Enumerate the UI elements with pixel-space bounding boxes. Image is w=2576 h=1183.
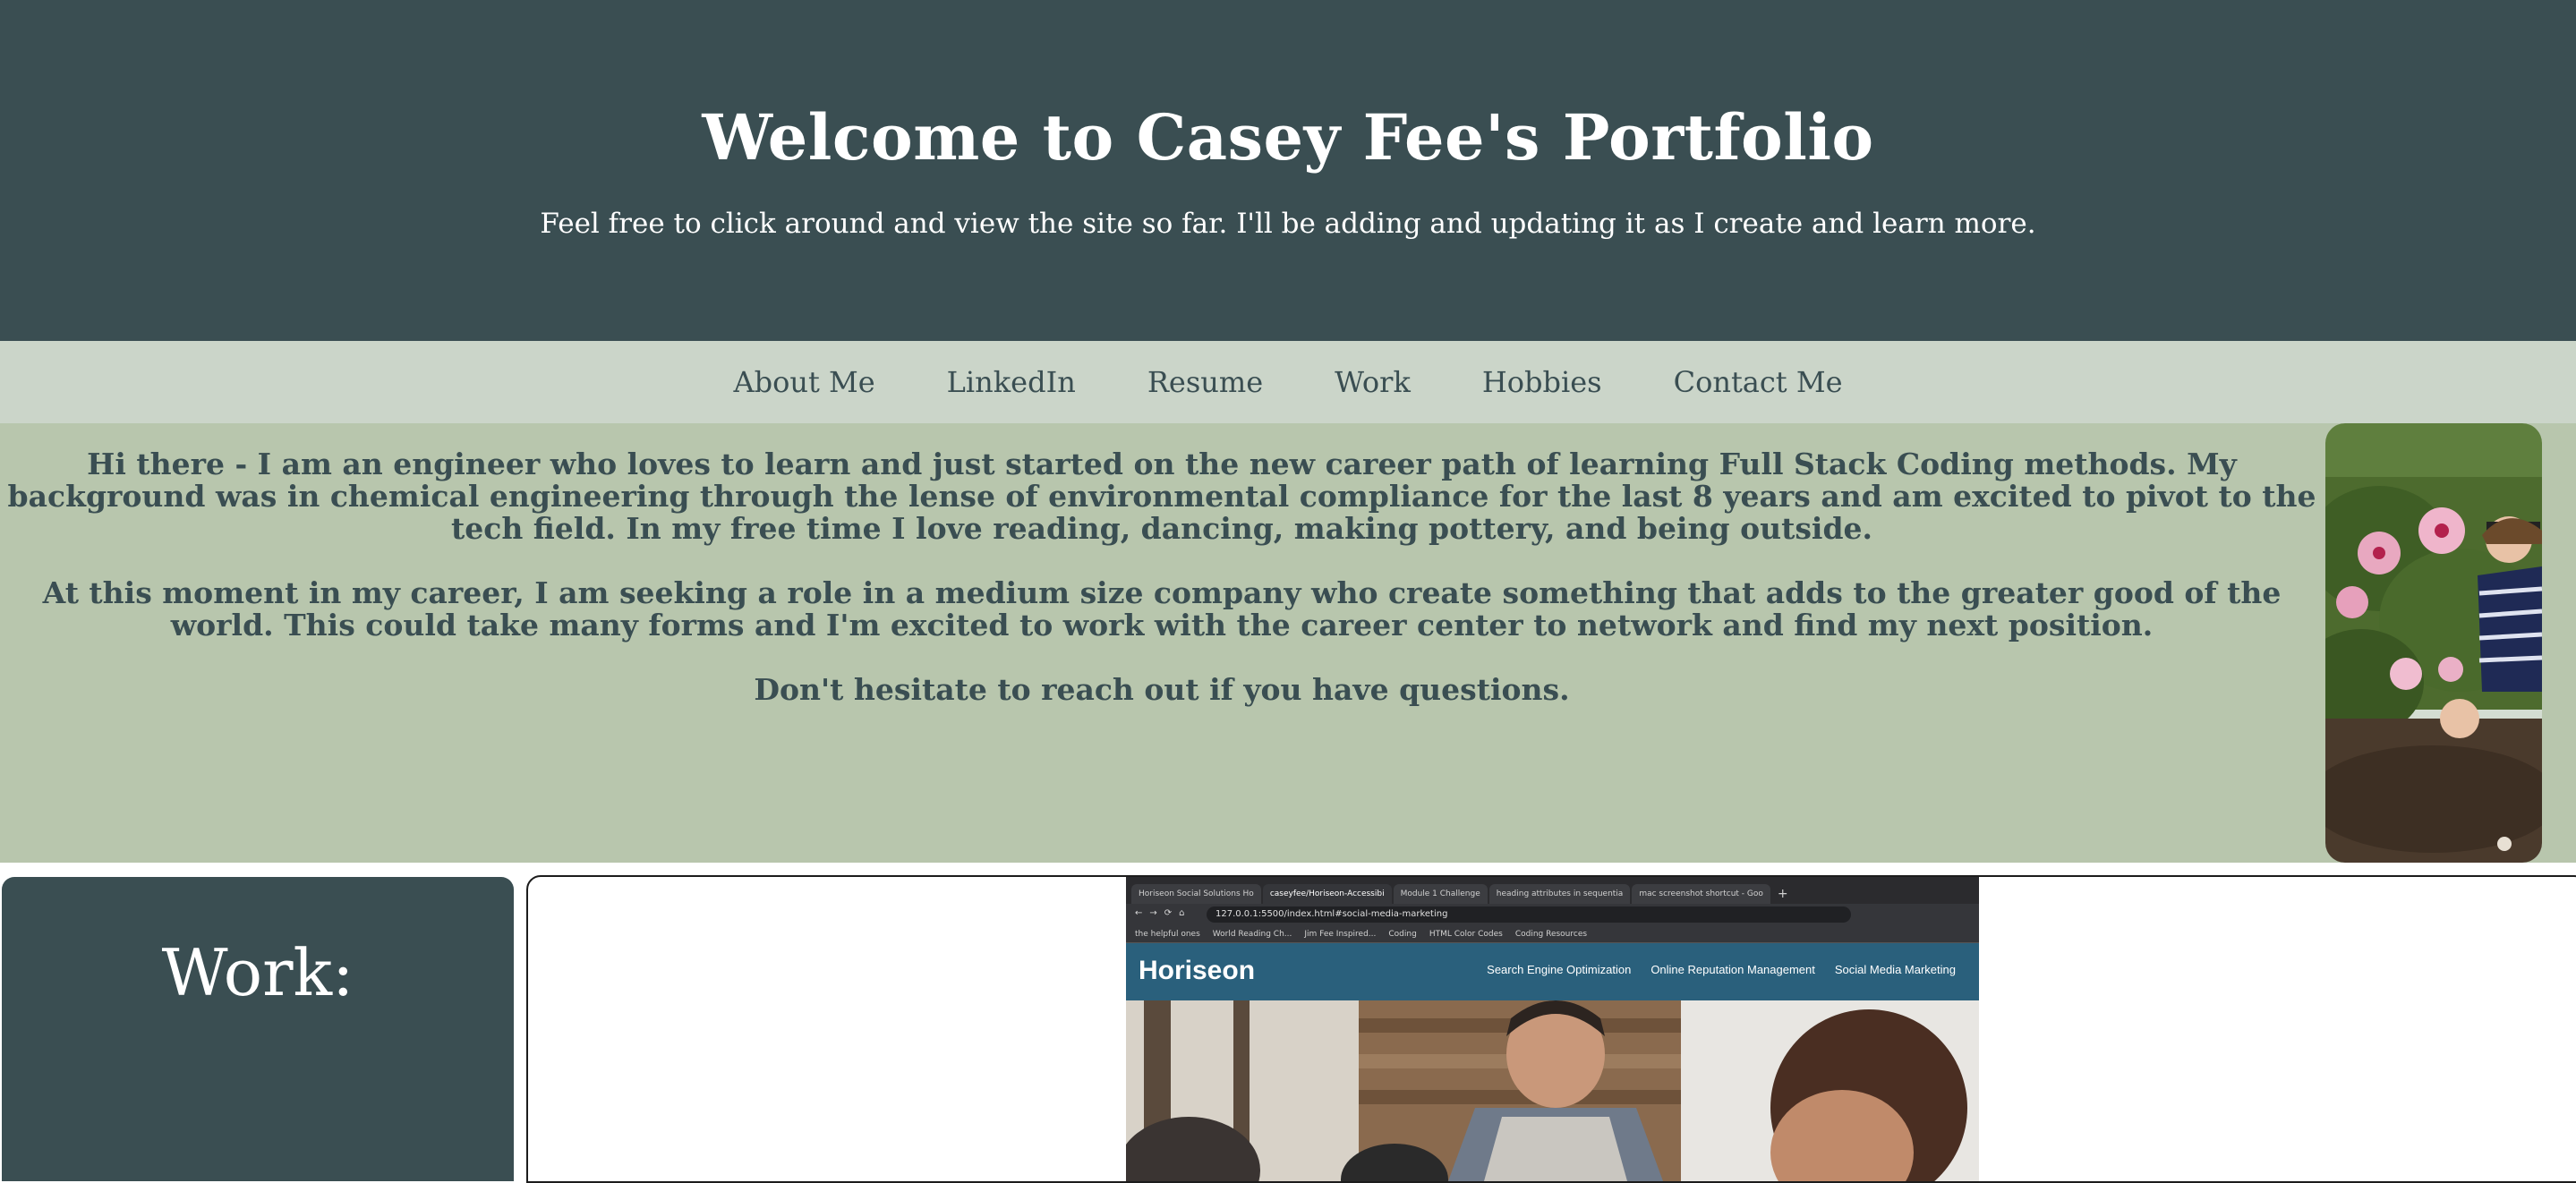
work-sidebar: Work: [2, 877, 514, 1181]
nav-link-linkedin[interactable]: LinkedIn [911, 365, 1112, 399]
browser-tab: Horiseon Social Solutions Ho [1131, 884, 1261, 904]
bookmark: Jim Fee Inspired... [1304, 929, 1377, 939]
about-text: Hi there - I am an engineer who loves to… [0, 448, 2324, 738]
about-paragraph-intro: Hi there - I am an engineer who loves to… [7, 447, 2316, 546]
bookmark: Coding [1388, 929, 1417, 939]
browser-tab: Module 1 Challenge [1393, 884, 1488, 904]
nav-link-about-me[interactable]: About Me [697, 365, 910, 399]
page-subtitle: Feel free to click around and view the s… [540, 208, 2036, 240]
horiseon-header: Horiseon Search Engine Optimization Onli… [1126, 943, 1979, 1000]
bookmark: HTML Color Codes [1429, 929, 1503, 939]
browser-url: 127.0.0.1:5500/index.html#social-media-m… [1207, 906, 1851, 923]
profile-photo [2325, 423, 2542, 863]
horiseon-nav-link: Search Engine Optimization [1487, 963, 1632, 976]
site-header: Welcome to Casey Fee's Portfolio Feel fr… [0, 0, 2576, 341]
browser-tab-strip: Horiseon Social Solutions Ho caseyfee/Ho… [1126, 877, 1979, 904]
page-title: Welcome to Casey Fee's Portfolio [702, 100, 1874, 174]
project-screenshot[interactable]: Horiseon Social Solutions Ho caseyfee/Ho… [1126, 877, 1979, 1181]
work-heading: Work: [161, 935, 354, 1010]
nav-link-work[interactable]: Work [1299, 365, 1446, 399]
horiseon-nav-link: Social Media Marketing [1834, 963, 1956, 976]
bookmark: the helpful ones [1135, 929, 1200, 939]
horiseon-nav: Search Engine Optimization Online Reputa… [1487, 963, 1956, 976]
browser-nav-icons: ←→⟳⌂ [1135, 908, 1192, 918]
main-nav: About Me LinkedIn Resume Work Hobbies Co… [0, 341, 2576, 423]
plus-icon: + [1777, 887, 1788, 901]
browser-address-bar: ←→⟳⌂ 127.0.0.1:5500/index.html#social-me… [1126, 904, 1979, 925]
about-paragraph-contact: Don't hesitate to reach out if you have … [754, 672, 1570, 707]
nav-link-contact-me[interactable]: Contact Me [1638, 365, 1879, 399]
about-section: Hi there - I am an engineer who loves to… [0, 423, 2576, 863]
bookmarks-bar: the helpful ones World Reading Ch... Jim… [1126, 925, 1979, 943]
work-panel: Horiseon Social Solutions Ho caseyfee/Ho… [526, 875, 2576, 1183]
horiseon-logo: Horiseon [1139, 956, 1256, 985]
bookmark: Coding Resources [1514, 929, 1588, 939]
about-paragraph-career: At this moment in my career, I am seekin… [42, 575, 2282, 643]
nav-link-resume[interactable]: Resume [1112, 365, 1299, 399]
nav-link-hobbies[interactable]: Hobbies [1446, 365, 1638, 399]
horiseon-nav-link: Online Reputation Management [1651, 963, 1815, 976]
browser-tab: caseyfee/Horiseon-Accessibi [1262, 884, 1392, 904]
horiseon-hero-image [1126, 1000, 1979, 1181]
bookmark: World Reading Ch... [1212, 929, 1292, 939]
browser-tab: mac screenshot shortcut - Goo [1632, 884, 1770, 904]
browser-tab: heading attributes in sequentia [1488, 884, 1631, 904]
